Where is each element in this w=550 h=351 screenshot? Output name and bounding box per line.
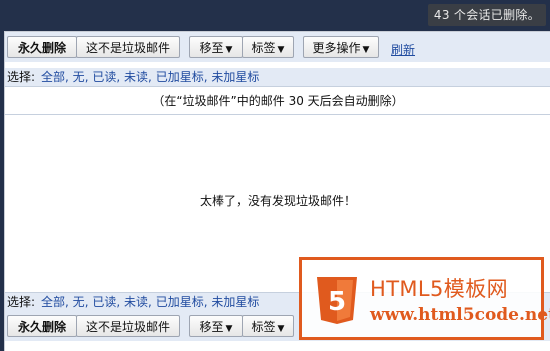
separator: , bbox=[203, 70, 208, 84]
chevron-down-icon: ▼ bbox=[277, 324, 285, 334]
select-none-link[interactable]: 无 bbox=[73, 295, 85, 309]
select-unread-link[interactable]: 未读 bbox=[124, 70, 148, 84]
separator: , bbox=[116, 70, 121, 84]
select-unstarred-link[interactable]: 未加星标 bbox=[211, 70, 259, 84]
html5-shield-icon: 5 bbox=[317, 277, 357, 324]
select-unread-link[interactable]: 未读 bbox=[124, 295, 148, 309]
not-spam-label: 这不是垃圾邮件 bbox=[85, 320, 170, 334]
html5code-watermark: 5 HTML5模板网 www.html5code.net bbox=[299, 257, 550, 340]
not-spam-button[interactable]: 这不是垃圾邮件 bbox=[76, 36, 180, 58]
chevron-down-icon: ▼ bbox=[225, 45, 233, 55]
chevron-down-icon: ▼ bbox=[362, 45, 370, 55]
select-unstarred-link[interactable]: 未加星标 bbox=[211, 295, 259, 309]
auto-delete-notice: （在“垃圾邮件”中的邮件 30 天后会自动删除） bbox=[5, 88, 550, 115]
separator: , bbox=[65, 295, 69, 309]
watermark-url: www.html5code.net bbox=[370, 305, 550, 325]
select-read-link[interactable]: 已读 bbox=[92, 70, 116, 84]
move-to-label: 移至 bbox=[199, 320, 224, 334]
chevron-down-icon: ▼ bbox=[225, 324, 233, 334]
labels-dropdown[interactable]: 标签 ▼ bbox=[242, 36, 294, 58]
separator: , bbox=[84, 295, 89, 309]
select-links: 全部, 无, 已读, 未读, 已加星标, 未加星标 bbox=[41, 68, 259, 86]
move-to-dropdown[interactable]: 移至 ▼ bbox=[189, 315, 243, 337]
not-spam-label: 这不是垃圾邮件 bbox=[85, 41, 170, 55]
select-links: 全部, 无, 已读, 未读, 已加星标, 未加星标 bbox=[41, 293, 259, 311]
select-read-link[interactable]: 已读 bbox=[92, 295, 116, 309]
select-label: 选择: bbox=[7, 295, 36, 309]
separator: , bbox=[116, 295, 121, 309]
separator: , bbox=[203, 295, 208, 309]
html5-badge-number: 5 bbox=[328, 287, 346, 317]
separator: , bbox=[148, 70, 152, 84]
separator: , bbox=[84, 70, 89, 84]
not-spam-button[interactable]: 这不是垃圾邮件 bbox=[76, 315, 180, 337]
refresh-link[interactable]: 刷新 bbox=[391, 41, 415, 58]
watermark-title: HTML5模板网 bbox=[370, 277, 508, 301]
move-to-dropdown[interactable]: 移至 ▼ bbox=[189, 36, 243, 58]
select-none-link[interactable]: 无 bbox=[73, 70, 85, 84]
labels-dropdown[interactable]: 标签 ▼ bbox=[242, 315, 294, 337]
select-row-top: 选择: 全部, 无, 已读, 未读, 已加星标, 未加星标 bbox=[5, 68, 550, 87]
top-toolbar: 永久删除 这不是垃圾邮件 移至 ▼ 标签 ▼ 更多操作 ▼ 刷新 bbox=[5, 32, 550, 62]
select-all-link[interactable]: 全部 bbox=[41, 70, 65, 84]
labels-label: 标签 bbox=[251, 41, 276, 55]
top-header-bar: 43 个会话已删除。 bbox=[0, 0, 550, 30]
separator: , bbox=[148, 295, 152, 309]
notification-toast: 43 个会话已删除。 bbox=[427, 4, 546, 26]
select-all-link[interactable]: 全部 bbox=[41, 295, 65, 309]
delete-forever-label: 永久删除 bbox=[17, 320, 66, 334]
delete-forever-label: 永久删除 bbox=[17, 41, 66, 55]
chevron-down-icon: ▼ bbox=[277, 45, 285, 55]
select-starred-link[interactable]: 已加星标 bbox=[156, 70, 204, 84]
move-to-label: 移至 bbox=[199, 41, 224, 55]
more-actions-dropdown[interactable]: 更多操作 ▼ bbox=[303, 36, 379, 58]
select-label: 选择: bbox=[7, 70, 36, 84]
labels-label: 标签 bbox=[251, 320, 276, 334]
empty-state-message: 太棒了，没有发现垃圾邮件！ bbox=[199, 194, 356, 208]
delete-forever-button[interactable]: 永久删除 bbox=[7, 315, 77, 337]
separator: , bbox=[65, 70, 69, 84]
delete-forever-button[interactable]: 永久删除 bbox=[7, 36, 77, 58]
select-starred-link[interactable]: 已加星标 bbox=[156, 295, 204, 309]
more-actions-label: 更多操作 bbox=[312, 41, 361, 55]
